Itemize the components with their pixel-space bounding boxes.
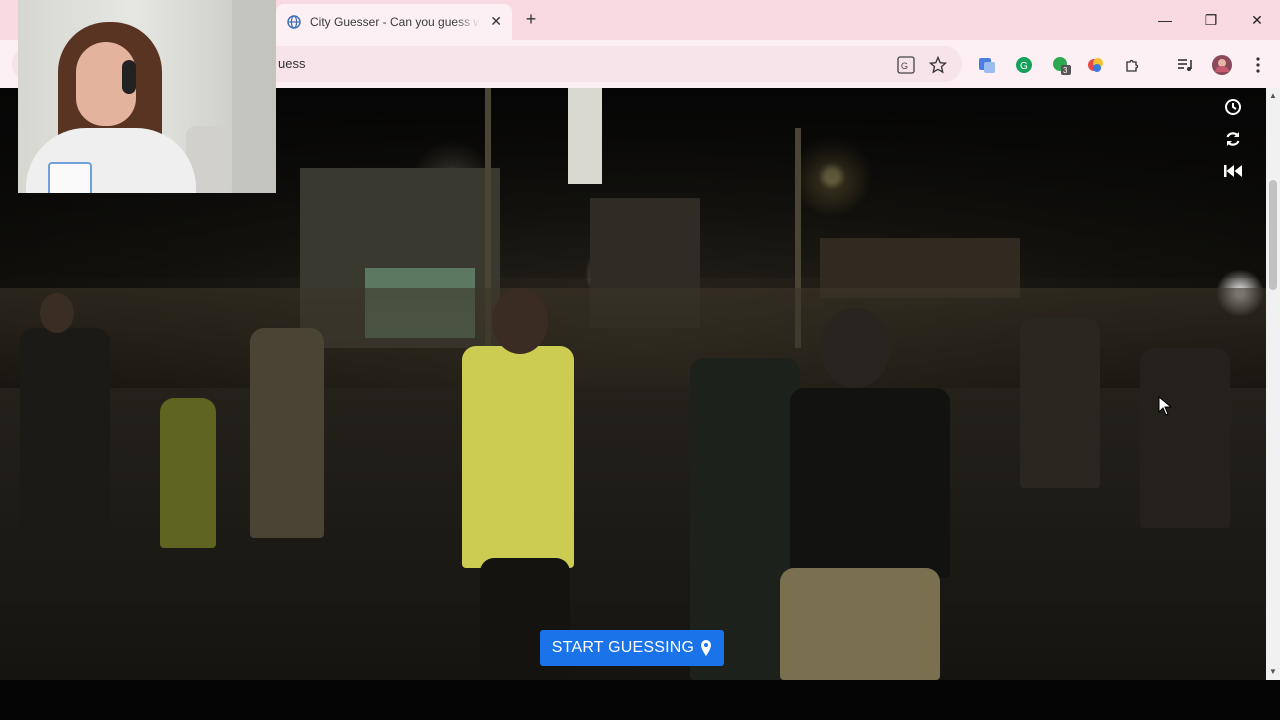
chat-extension-icon[interactable]: 3 [1050,54,1072,76]
headset-icon [122,60,136,94]
child [160,398,216,548]
menu-kebab-icon[interactable] [1247,54,1269,76]
scroll-down-arrow-icon[interactable]: ▼ [1269,668,1277,676]
skip-back-icon[interactable] [1222,160,1244,182]
street-sign [568,88,602,184]
profile-avatar[interactable] [1211,54,1233,76]
scroll-up-arrow-icon[interactable]: ▲ [1269,92,1277,100]
bottom-black-bar [0,680,1280,720]
tab-city-guesser[interactable]: City Guesser - Can you guess w ✕ [276,4,512,40]
map-pin-icon [701,640,712,656]
refresh-icon[interactable] [1222,128,1244,150]
person-yellow-shirt [462,346,574,568]
minimize-button[interactable]: — [1150,8,1180,32]
person [20,328,110,558]
bookmark-star-icon[interactable] [927,54,949,76]
media-control-icon[interactable] [1174,54,1196,76]
person-head [492,288,548,354]
person-head [820,308,890,388]
close-window-button[interactable]: ✕ [1242,8,1272,32]
grammarly-icon[interactable]: G [1013,54,1035,76]
tab-title: City Guesser - Can you guess w [310,15,480,29]
microphone-icon [48,162,92,193]
person-shorts [780,568,940,680]
side-controls [1222,96,1244,182]
person [790,388,950,578]
color-extension-icon[interactable] [1085,54,1107,76]
globe-icon [286,14,302,30]
person [1140,348,1230,528]
person [1020,318,1100,488]
svg-text:G: G [1020,61,1028,72]
start-guessing-label: START GUESSING [551,639,695,656]
extension-badge: 3 [1063,66,1068,75]
tab-close-button[interactable]: ✕ [490,13,502,30]
person-head [40,293,74,333]
webcam-overlay [18,0,276,193]
translate-extension-icon[interactable] [976,54,998,76]
new-tab-button[interactable]: + [520,8,542,30]
background-door [232,0,276,193]
translate-icon[interactable]: G [895,54,917,76]
restore-button[interactable]: ❐ [1196,8,1226,32]
clock-icon[interactable] [1222,96,1244,118]
page-scrollbar[interactable]: ▲ ▼ [1266,88,1280,680]
start-guessing-button[interactable]: START GUESSING [540,630,724,666]
extensions-puzzle-icon[interactable] [1122,54,1144,76]
address-text: uess [278,56,306,71]
person [250,328,324,538]
svg-text:G: G [901,61,908,71]
mouse-cursor-icon [1158,396,1172,416]
scrollbar-thumb[interactable] [1269,180,1277,290]
